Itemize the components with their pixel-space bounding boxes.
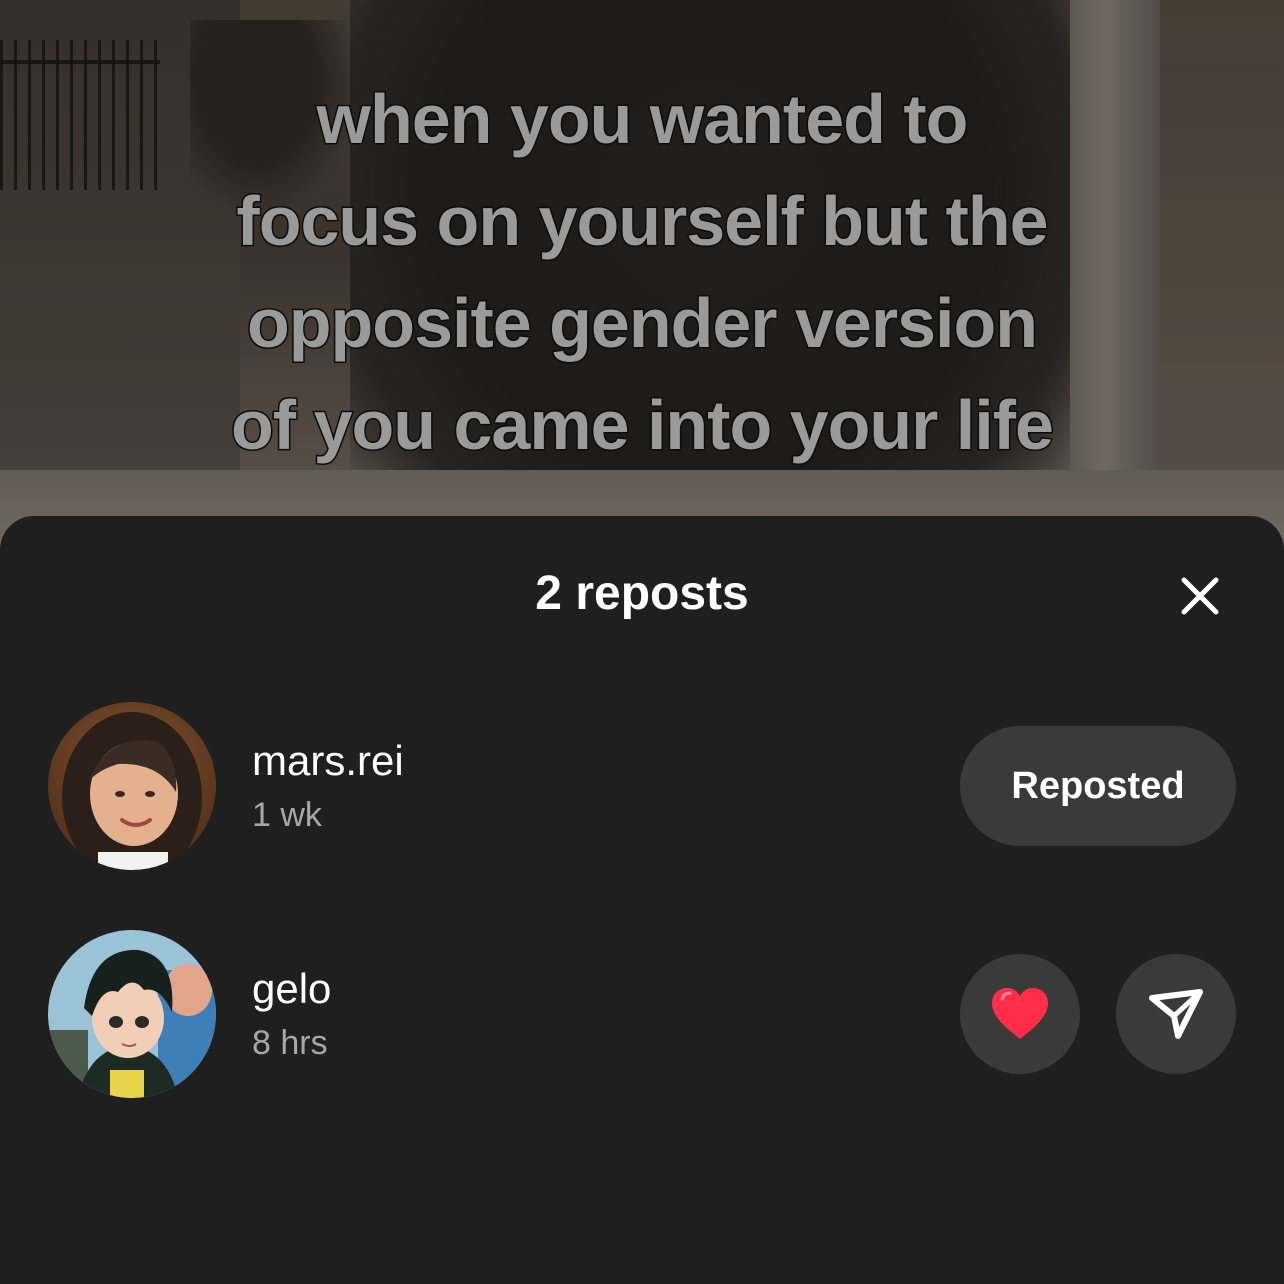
reposts-sheet: 2 reposts mars.rei 1 wk Reposted gelo 8 …: [0, 516, 1284, 1284]
repost-time: 8 hrs: [252, 1024, 328, 1062]
repost-row: mars.rei 1 wk Reposted: [0, 702, 1284, 872]
close-icon: [1181, 577, 1219, 615]
avatar[interactable]: [48, 702, 216, 870]
repost-time: 1 wk: [252, 796, 322, 834]
heart-icon: [992, 988, 1048, 1039]
video-background: when you wanted to focus on yourself but…: [0, 0, 1284, 560]
like-button[interactable]: [960, 954, 1080, 1074]
sheet-title: 2 reposts: [535, 567, 749, 620]
avatar-image: [48, 702, 216, 870]
caption-line: when you wanted to: [315, 79, 970, 160]
avatar[interactable]: [48, 930, 216, 1098]
send-icon: [1149, 989, 1203, 1039]
close-button[interactable]: [1170, 566, 1230, 626]
send-button[interactable]: [1116, 954, 1236, 1074]
username[interactable]: gelo: [252, 964, 331, 1014]
repost-row: gelo 8 hrs: [0, 930, 1284, 1100]
caption-line: of you came into your life: [230, 385, 1056, 466]
reposted-button[interactable]: Reposted: [960, 726, 1236, 846]
caption-line: focus on yourself but the: [235, 181, 1050, 262]
username[interactable]: mars.rei: [252, 736, 404, 786]
avatar-image: [48, 930, 216, 1098]
caption-line: opposite gender version: [246, 283, 1040, 364]
video-caption: when you wanted to focus on yourself but…: [80, 68, 1204, 476]
